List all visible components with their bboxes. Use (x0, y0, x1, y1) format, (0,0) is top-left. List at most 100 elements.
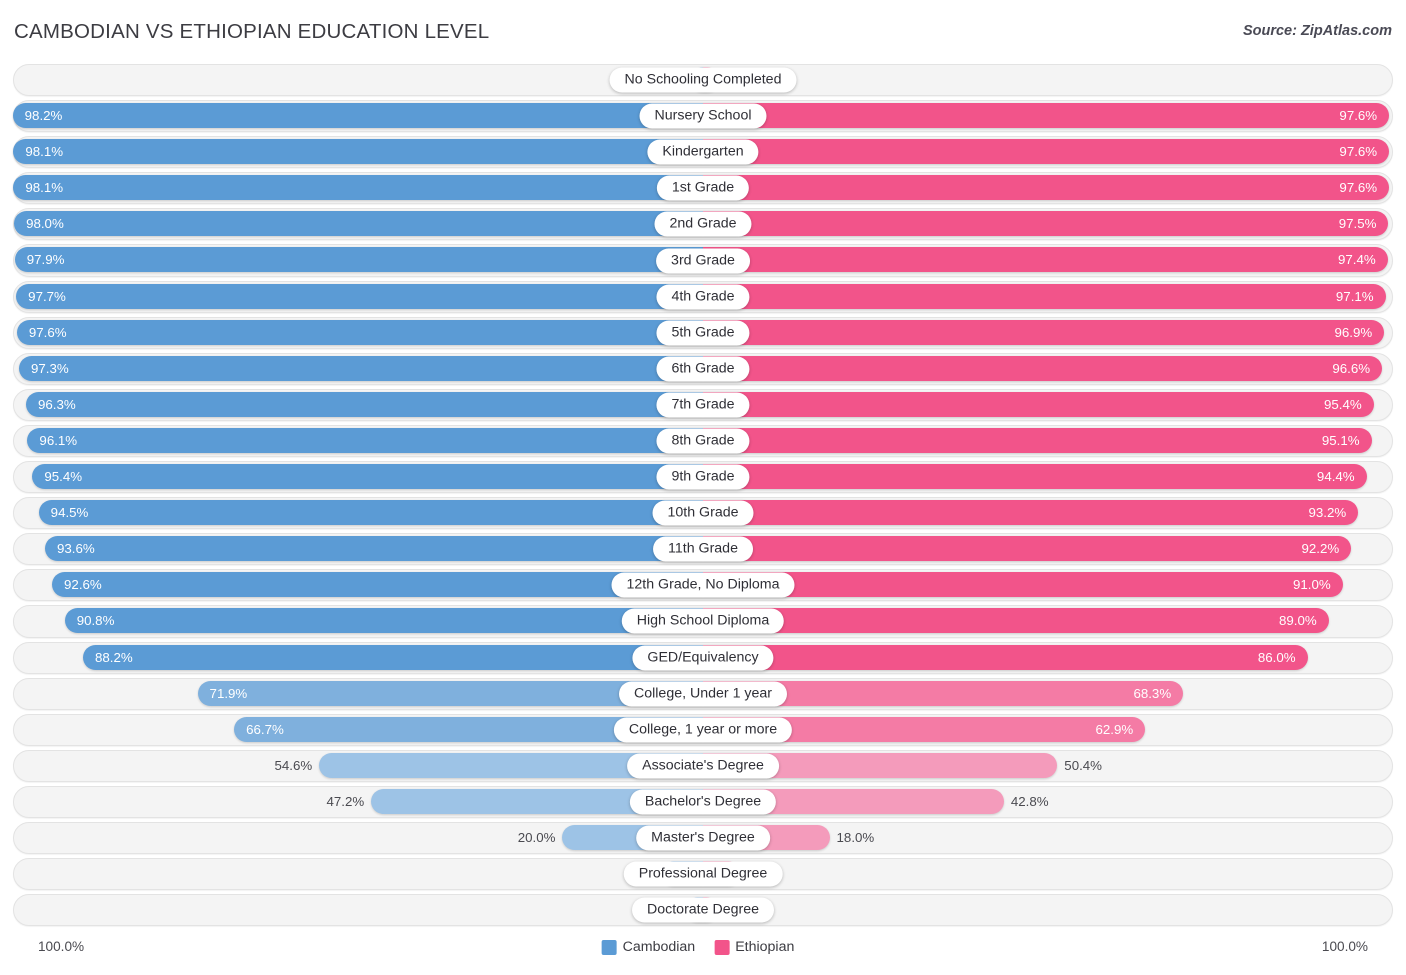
legend-swatch-icon (714, 939, 730, 955)
right-half: 92.2% (703, 536, 1406, 562)
bar-ethiopian[interactable]: 97.5% (703, 211, 1389, 237)
bar-ethiopian[interactable]: 97.4% (703, 247, 1388, 273)
right-half: 97.6% (703, 175, 1406, 201)
value-label-cambodian: 97.6% (28, 324, 67, 340)
right-half: 68.3% (703, 680, 1406, 706)
value-label-cambodian: 97.9% (26, 252, 65, 268)
value-label-ethiopian: 50.4% (1064, 757, 1102, 773)
bar-cambodian[interactable]: 92.6% (52, 572, 703, 598)
bar-cambodian[interactable]: 98.0% (14, 211, 703, 237)
category-label: Doctorate Degree (632, 897, 774, 923)
bar-ethiopian[interactable]: 93.2% (703, 500, 1359, 526)
right-half: 2.3% (703, 897, 1406, 923)
value-label-cambodian: 20.0% (517, 829, 556, 845)
bar-ethiopian[interactable]: 95.1% (703, 427, 1372, 453)
right-half: 93.2% (703, 500, 1406, 526)
left-half: 97.3% (0, 355, 703, 381)
legend-item[interactable]: Ethiopian (714, 939, 794, 955)
right-half: 96.6% (703, 355, 1406, 381)
value-label-cambodian: 98.0% (26, 216, 64, 232)
bar-ethiopian[interactable]: 95.4% (703, 391, 1374, 417)
value-label-ethiopian: 92.2% (1301, 541, 1340, 557)
bar-ethiopian[interactable]: 97.6% (703, 175, 1390, 201)
value-label-cambodian: 96.1% (39, 432, 78, 448)
bar-cambodian[interactable]: 98.1% (13, 175, 703, 201)
left-half: 95.4% (0, 464, 703, 490)
bar-cambodian[interactable]: 98.1% (13, 139, 703, 165)
category-label: College, 1 year or more (613, 717, 793, 743)
bar-cambodian[interactable]: 93.6% (45, 536, 703, 562)
bar-cambodian[interactable]: 96.3% (26, 391, 703, 417)
left-half: 97.6% (0, 319, 703, 345)
bar-cambodian[interactable]: 97.6% (16, 319, 703, 345)
left-half: 97.7% (0, 283, 703, 309)
page-title: CAMBODIAN VS ETHIOPIAN EDUCATION LEVEL (14, 20, 490, 43)
left-half: 93.6% (0, 536, 703, 562)
bar-cambodian[interactable]: 90.8% (64, 608, 703, 634)
value-label-cambodian: 71.9% (209, 685, 248, 701)
value-label-ethiopian: 18.0% (836, 829, 875, 845)
bar-ethiopian[interactable]: 94.4% (703, 464, 1367, 490)
chart-row: 71.9% 68.3% College, Under 1 year (0, 676, 1406, 712)
chart-row: 54.6% 50.4% Associate's Degree (0, 748, 1406, 784)
left-half: 2.6% (0, 897, 703, 923)
legend-swatch-icon (601, 939, 617, 955)
bar-cambodian[interactable]: 97.3% (18, 355, 703, 381)
bar-cambodian[interactable]: 95.4% (32, 464, 703, 490)
value-label-cambodian: 96.3% (38, 396, 76, 412)
chart-legend: Cambodian Ethiopian (601, 939, 805, 955)
left-half: 54.6% (0, 752, 703, 778)
bar-ethiopian[interactable]: 86.0% (703, 644, 1308, 670)
bar-ethiopian[interactable]: 97.1% (703, 283, 1386, 309)
category-label: Bachelor's Degree (629, 789, 777, 815)
bar-ethiopian[interactable]: 97.6% (703, 103, 1390, 129)
right-half: 97.1% (703, 283, 1406, 309)
value-label-ethiopian: 86.0% (1257, 649, 1296, 665)
right-half: 5.4% (703, 861, 1406, 887)
value-label-cambodian: 98.2% (24, 108, 63, 124)
value-label-ethiopian: 96.9% (1334, 324, 1373, 340)
axis-label-left: 100.0% (38, 939, 85, 954)
left-half: 97.9% (0, 247, 703, 273)
chart-row: 90.8% 89.0% High School Diploma (0, 603, 1406, 639)
bar-cambodian[interactable]: 97.9% (14, 247, 703, 273)
chart-row: 96.3% 95.4% 7th Grade (0, 387, 1406, 423)
left-half: 47.2% (0, 788, 703, 814)
bar-cambodian[interactable]: 97.7% (16, 283, 703, 309)
value-label-cambodian: 93.6% (57, 541, 95, 557)
value-label-ethiopian: 97.6% (1339, 144, 1378, 160)
value-label-cambodian: 47.2% (326, 793, 365, 809)
bar-cambodian[interactable]: 96.1% (27, 427, 703, 453)
value-label-cambodian: 98.1% (25, 144, 64, 160)
right-half: 62.9% (703, 716, 1406, 742)
category-label: Nursery School (639, 103, 767, 129)
legend-item[interactable]: Cambodian (601, 939, 695, 955)
bar-cambodian[interactable]: 94.5% (38, 500, 703, 526)
left-half: 98.1% (0, 139, 703, 165)
bar-ethiopian[interactable]: 92.2% (703, 536, 1352, 562)
bar-ethiopian[interactable]: 96.9% (703, 319, 1385, 345)
chart-row: 66.7% 62.9% College, 1 year or more (0, 712, 1406, 748)
bar-ethiopian[interactable]: 91.0% (703, 572, 1343, 598)
left-half: 20.0% (0, 824, 703, 850)
chart-row: 1.9%2.4%No Schooling Completed (0, 62, 1406, 98)
left-half: 96.3% (0, 391, 703, 417)
value-label-cambodian: 97.7% (28, 288, 66, 304)
bar-ethiopian[interactable]: 96.6% (703, 355, 1383, 381)
bar-ethiopian[interactable]: 89.0% (703, 608, 1329, 634)
bar-ethiopian[interactable]: 97.6% (703, 139, 1390, 165)
bar-cambodian[interactable]: 88.2% (82, 644, 703, 670)
category-label: 9th Grade (656, 464, 750, 490)
right-half: 91.0% (703, 572, 1406, 598)
chart-row: 47.2% 42.8% Bachelor's Degree (0, 784, 1406, 820)
chart-row: 20.0% 18.0% Master's Degree (0, 820, 1406, 856)
value-label-ethiopian: 91.0% (1293, 577, 1331, 593)
value-label-ethiopian: 97.5% (1338, 216, 1377, 232)
value-label-ethiopian: 42.8% (1010, 793, 1049, 809)
left-half: 92.6% (0, 572, 703, 598)
value-label-ethiopian: 96.6% (1332, 360, 1371, 376)
left-half: 98.0% (0, 211, 703, 237)
right-half: 95.1% (703, 427, 1406, 453)
left-half: 6.0% (0, 861, 703, 887)
bar-cambodian[interactable]: 98.2% (12, 103, 703, 129)
